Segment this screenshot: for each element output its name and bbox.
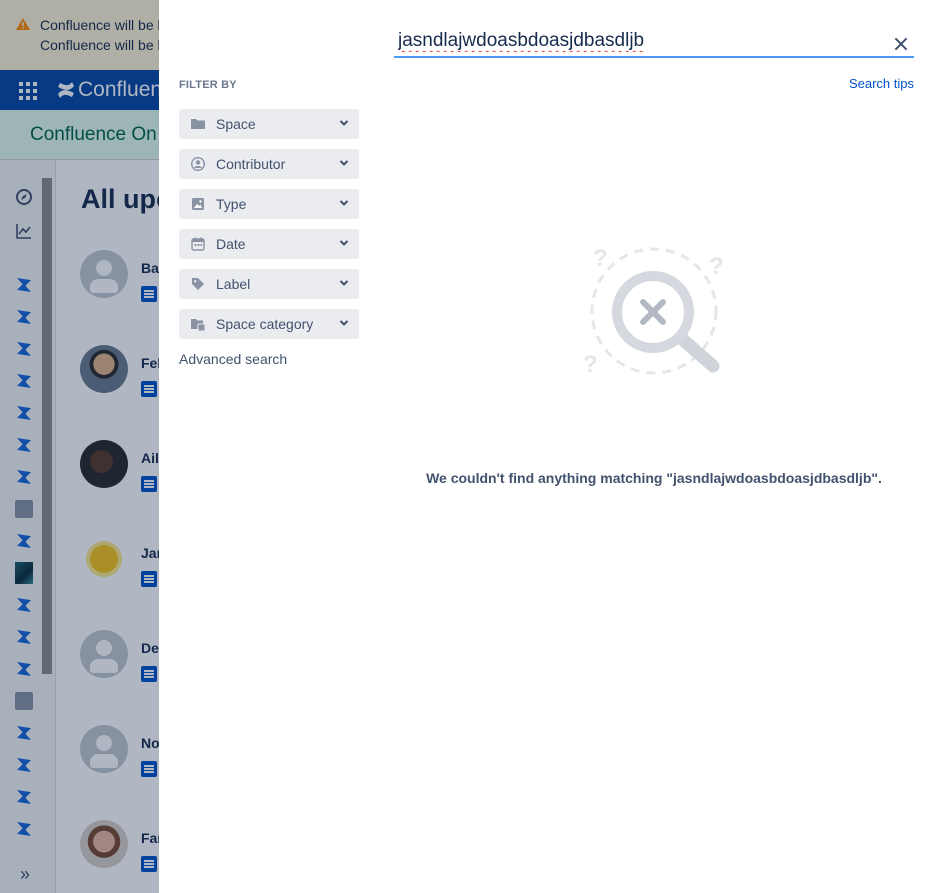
filter-date-button[interactable]: Date	[179, 229, 359, 259]
filter-space-category-button[interactable]: Space category	[179, 309, 359, 339]
search-input[interactable]	[398, 28, 878, 54]
search-drawer: FILTER BY Search tips Space Contributor …	[159, 0, 929, 893]
filter-contributor-button[interactable]: Contributor	[179, 149, 359, 179]
folder-category-icon	[191, 319, 205, 331]
chevron-down-icon	[339, 240, 349, 246]
modal-overlay[interactable]	[0, 0, 159, 893]
tag-icon	[192, 278, 204, 290]
filter-label: Date	[216, 236, 246, 252]
chevron-down-icon	[339, 200, 349, 206]
chevron-down-icon	[339, 320, 349, 326]
advanced-search-link[interactable]: Advanced search	[179, 351, 287, 367]
no-results-magnifier-icon: ? ? ?	[583, 245, 724, 378]
clear-search-button[interactable]	[893, 36, 909, 52]
chevron-down-icon	[339, 160, 349, 166]
folder-icon	[191, 119, 205, 129]
filter-label-button[interactable]: Label	[179, 269, 359, 299]
svg-text:?: ?	[593, 245, 608, 272]
calendar-icon	[191, 237, 205, 251]
no-results-message: We couldn't find anything matching "jasn…	[426, 470, 882, 486]
filter-label: Label	[216, 276, 251, 292]
svg-text:?: ?	[709, 253, 724, 280]
filter-space-button[interactable]: Space	[179, 109, 359, 139]
filter-label: Contributor	[216, 156, 286, 172]
person-icon	[191, 157, 205, 171]
chevron-down-icon	[339, 120, 349, 126]
filter-label: Space category	[216, 316, 314, 332]
image-icon	[192, 198, 204, 210]
filter-label: Type	[216, 196, 247, 212]
chevron-down-icon	[339, 280, 349, 286]
search-tips-link[interactable]: Search tips	[849, 76, 914, 91]
svg-text:?: ?	[583, 351, 598, 378]
filter-by-heading: FILTER BY	[179, 79, 237, 91]
filter-type-button[interactable]: Type	[179, 189, 359, 219]
filter-label: Space	[216, 116, 256, 132]
search-field[interactable]	[394, 26, 914, 58]
